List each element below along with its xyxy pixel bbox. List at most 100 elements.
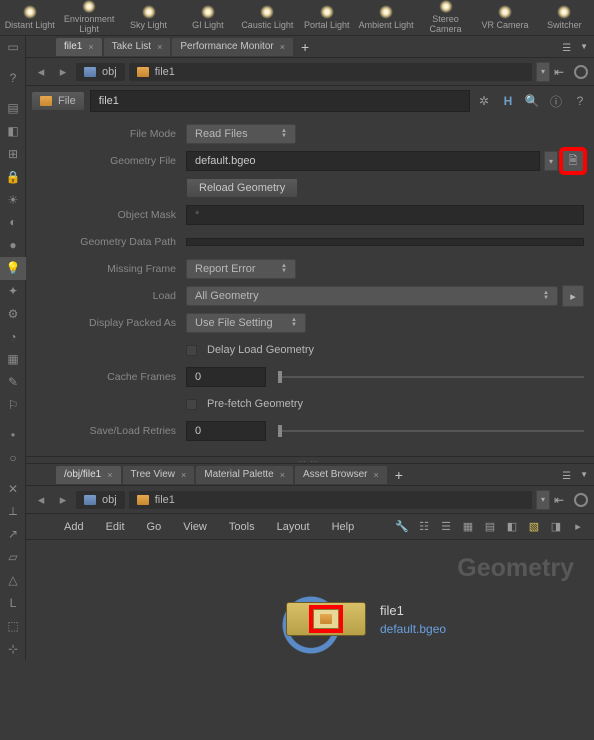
note-icon[interactable]: ▧ — [526, 519, 542, 535]
strip-icon[interactable]: ▱ — [0, 546, 26, 569]
strip-icon[interactable]: ⊹ — [0, 637, 26, 660]
shelf-distant-light[interactable]: Distant Light — [0, 0, 59, 35]
path-dropdown-icon[interactable]: ▾ — [536, 490, 550, 510]
object-mask-input[interactable]: * — [186, 205, 584, 225]
strip-icon[interactable]: L — [0, 591, 26, 614]
shelf-sky-light[interactable]: Sky Light — [119, 0, 178, 35]
strip-icon[interactable]: ▦ — [0, 348, 26, 371]
menu-edit[interactable]: Edit — [96, 518, 135, 536]
operator-type-chip[interactable]: File — [32, 92, 84, 110]
strip-icon[interactable]: ⟂ — [0, 500, 26, 523]
node-file1[interactable]: file1 default.bgeo — [286, 602, 446, 636]
geometry-file-history-icon[interactable]: ▾ — [544, 151, 558, 171]
panel-icon[interactable]: ◧ — [504, 519, 520, 535]
save-load-retries-slider[interactable] — [278, 430, 584, 432]
dropdown-icon[interactable]: ▼ — [580, 470, 588, 479]
delay-load-checkbox[interactable] — [186, 345, 197, 356]
tab-tree-view[interactable]: Tree View× — [123, 466, 195, 484]
tree-icon[interactable]: ☷ — [416, 519, 432, 535]
shelf-stereo-camera[interactable]: Stereo Camera — [416, 0, 475, 35]
nav-forward-icon[interactable]: ▸ — [54, 492, 72, 508]
tab-take-list[interactable]: Take List× — [104, 38, 171, 56]
path-chip-obj[interactable]: obj — [76, 63, 125, 81]
close-icon[interactable]: × — [157, 42, 162, 52]
menu-help[interactable]: Help — [322, 518, 365, 536]
add-tab-button[interactable]: + — [295, 39, 315, 55]
nav-forward-icon[interactable]: ▸ — [54, 64, 72, 80]
strip-icon[interactable]: ⊞ — [0, 143, 26, 166]
load-options-button[interactable]: ▸ — [562, 285, 584, 307]
pane-splitter[interactable] — [26, 456, 594, 464]
operator-name-input[interactable]: file1 — [90, 90, 470, 112]
strip-icon[interactable]: ⚐ — [0, 394, 26, 417]
node-body[interactable] — [286, 602, 366, 636]
pin-icon[interactable]: ⇤ — [554, 493, 570, 507]
cache-frames-slider[interactable] — [278, 376, 584, 378]
tab-performance-monitor[interactable]: Performance Monitor× — [172, 38, 293, 56]
tab-asset-browser[interactable]: Asset Browser× — [295, 466, 387, 484]
menu-layout[interactable]: Layout — [267, 518, 320, 536]
strip-icon[interactable]: ☀ — [0, 188, 26, 211]
tab-file1[interactable]: file1× — [56, 38, 102, 56]
strip-icon[interactable]: △ — [0, 569, 26, 592]
close-icon[interactable]: × — [107, 470, 112, 480]
prefetch-checkbox[interactable] — [186, 399, 197, 410]
nav-back-icon[interactable]: ◂ — [32, 64, 50, 80]
menu-view[interactable]: View — [173, 518, 217, 536]
menu-go[interactable]: Go — [137, 518, 172, 536]
shelf-gi-light[interactable]: GI Light — [178, 0, 237, 35]
capture-icon[interactable] — [574, 65, 588, 79]
menu-tools[interactable]: Tools — [219, 518, 265, 536]
strip-icon[interactable]: • — [0, 424, 26, 447]
geometry-file-browse-button[interactable]: 🗎 — [562, 150, 584, 172]
strip-icon[interactable]: ⬚ — [0, 614, 26, 637]
strip-icon[interactable]: ✦ — [0, 280, 26, 303]
path-chip-file1[interactable]: file1 — [129, 63, 532, 81]
pane-menu-icon[interactable] — [562, 470, 576, 480]
info-icon[interactable]: ⓘ — [548, 93, 564, 109]
strip-icon[interactable]: ◧ — [0, 120, 26, 143]
pin-icon[interactable]: ⇤ — [554, 65, 570, 79]
cache-frames-input[interactable]: 0 — [186, 367, 266, 387]
file-mode-dropdown[interactable]: Read Files ▲▼ — [186, 124, 296, 144]
menu-add[interactable]: Add — [54, 518, 94, 536]
capture-icon[interactable] — [574, 493, 588, 507]
grid-color-icon[interactable]: ▦ — [460, 519, 476, 535]
close-icon[interactable]: × — [88, 42, 93, 52]
strip-icon[interactable]: ⚙ — [0, 302, 26, 325]
search-icon[interactable]: 🔍 — [524, 93, 540, 109]
load-dropdown[interactable]: All Geometry ▲▼ — [186, 286, 558, 306]
node-center-icon[interactable] — [313, 609, 339, 629]
shelf-switcher[interactable]: Switcher — [535, 0, 594, 35]
reload-geometry-button[interactable]: Reload Geometry — [186, 178, 298, 198]
tab-obj-file1[interactable]: /obj/file1× — [56, 466, 121, 484]
shelf-environment-light[interactable]: Environment Light — [59, 0, 118, 35]
missing-frame-dropdown[interactable]: Report Error ▲▼ — [186, 259, 296, 279]
close-icon[interactable]: × — [280, 42, 285, 52]
list-icon[interactable]: ☰ — [438, 519, 454, 535]
gear-icon[interactable]: ✲ — [476, 93, 492, 109]
close-icon[interactable]: × — [373, 470, 378, 480]
path-dropdown-icon[interactable]: ▾ — [536, 62, 550, 82]
shelf-caustic-light[interactable]: Caustic Light — [238, 0, 297, 35]
save-load-retries-input[interactable]: 0 — [186, 421, 266, 441]
strip-icon[interactable]: ↗ — [0, 523, 26, 546]
nav-back-icon[interactable]: ◂ — [32, 492, 50, 508]
tab-material-palette[interactable]: Material Palette× — [196, 466, 293, 484]
strip-icon[interactable]: 🔒 — [0, 165, 26, 188]
shelf-vr-camera[interactable]: VR Camera — [475, 0, 534, 35]
wrench-icon[interactable]: 🔧 — [394, 519, 410, 535]
strip-icon[interactable]: ? — [0, 66, 26, 89]
display-packed-as-dropdown[interactable]: Use File Setting ▲▼ — [186, 313, 306, 333]
strip-icon[interactable]: ▤ — [0, 97, 26, 120]
dropdown-icon[interactable]: ▼ — [580, 42, 588, 51]
strip-icon[interactable]: ◐ — [0, 211, 26, 234]
strip-icon[interactable]: ○ — [0, 447, 26, 470]
shelf-portal-light[interactable]: Portal Light — [297, 0, 356, 35]
shelf-ambient-light[interactable]: Ambient Light — [356, 0, 415, 35]
path-chip-file1[interactable]: file1 — [129, 491, 532, 509]
path-chip-obj[interactable]: obj — [76, 491, 125, 509]
close-icon[interactable]: × — [280, 470, 285, 480]
strip-icon[interactable]: ▭ — [0, 36, 26, 59]
strip-icon[interactable]: ◔ — [0, 325, 26, 348]
